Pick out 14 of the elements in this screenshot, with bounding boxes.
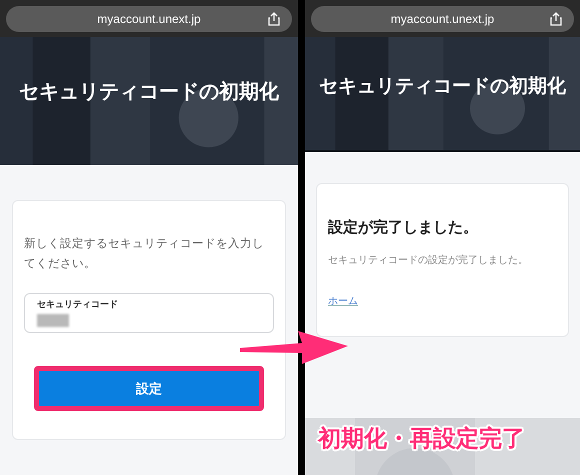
- completion-heading: 設定が完了しました。: [328, 218, 479, 237]
- home-link[interactable]: ホーム: [328, 296, 358, 307]
- redacted-value: [37, 314, 69, 327]
- set-button[interactable]: 設定: [34, 366, 264, 411]
- address-bar[interactable]: myaccount.unext.jp: [6, 6, 292, 32]
- page-title: セキュリティコードの初期化: [319, 74, 566, 99]
- page-title: セキュリティコードの初期化: [19, 78, 279, 104]
- security-code-field[interactable]: セキュリティコード: [24, 293, 274, 333]
- address-bar[interactable]: myaccount.unext.jp: [311, 6, 574, 32]
- completion-message: セキュリティコードの設定が完了しました。: [328, 254, 529, 267]
- share-icon[interactable]: [550, 12, 562, 26]
- instruction-text: 新しく設定するセキュリティコードを入力してください。: [24, 235, 265, 272]
- share-icon[interactable]: [268, 12, 280, 26]
- caption-text: 初期化・再設定完了: [318, 425, 525, 454]
